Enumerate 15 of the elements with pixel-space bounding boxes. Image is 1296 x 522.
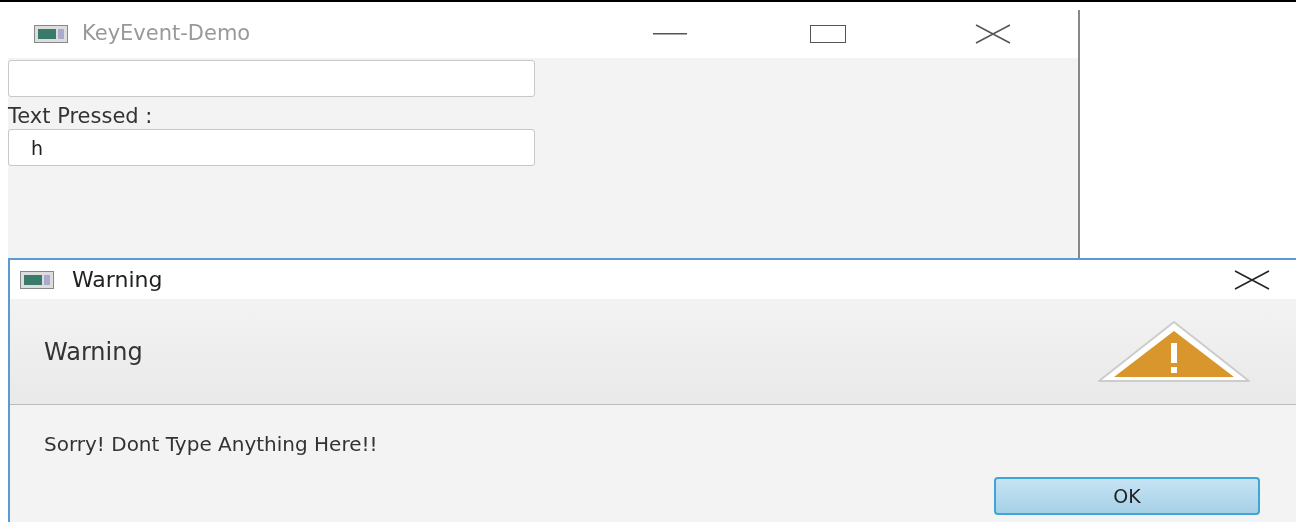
app-icon [20,270,54,289]
dialog-title: Warning [72,266,163,294]
text-field[interactable]: h [8,129,535,166]
minimize-icon [653,33,687,35]
maximize-icon [810,25,846,43]
close-icon [1234,269,1270,290]
header-text: Warning [44,336,143,368]
text-field[interactable] [8,60,535,97]
close-icon [975,24,1011,44]
field-label: Text Pressed : [8,103,154,129]
dialog-message: Sorry! Dont Type Anything Here!! [44,431,379,458]
app-icon [34,25,68,43]
ok-button[interactable]: OK [994,477,1260,515]
warning-icon [1096,318,1252,385]
window-title: KeyEvent-Demo [82,20,251,48]
